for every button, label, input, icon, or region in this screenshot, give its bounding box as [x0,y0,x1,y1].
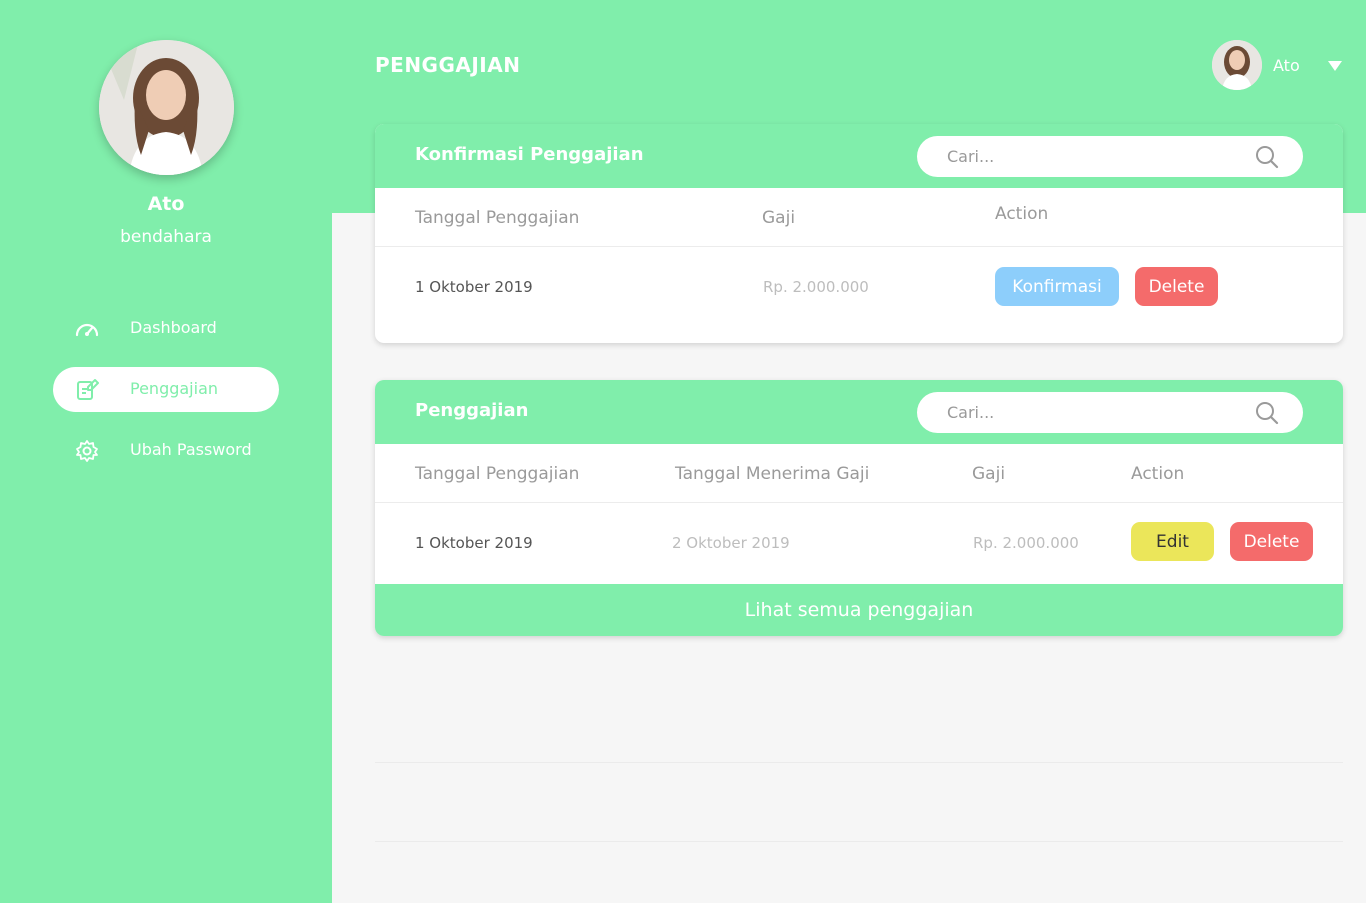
sidebar-item-label: Dashboard [130,318,217,337]
sidebar-item-ubah-password[interactable]: Ubah Password [53,428,279,473]
delete-button[interactable]: Delete [1230,522,1313,561]
avatar [1212,40,1262,90]
payroll-card: Penggajian Tanggal Penggajian Tanggal Me… [375,380,1343,636]
confirm-button[interactable]: Konfirmasi [995,267,1119,306]
avatar-photo [1212,40,1262,90]
card-title: Konfirmasi Penggajian [415,144,644,165]
sidebar: Ato bendahara Dashboard Penggajian Ubah … [0,0,332,903]
search-box[interactable] [917,392,1303,433]
sidebar-item-dashboard[interactable]: Dashboard [53,306,279,351]
speedometer-icon [75,323,99,337]
sidebar-item-label: Ubah Password [130,440,252,459]
cell-tanggal-terima: 2 Oktober 2019 [672,534,790,552]
column-header-action: Action [1131,464,1185,484]
cell-gaji: Rp. 2.000.000 [973,534,1079,552]
search-box[interactable] [917,136,1303,177]
divider [375,502,1343,503]
avatar-photo [99,40,234,175]
user-menu[interactable]: Ato [1212,40,1352,92]
search-input[interactable] [947,401,1247,423]
cell-tanggal: 1 Oktober 2019 [415,534,533,552]
cell-tanggal: 1 Oktober 2019 [415,278,533,296]
search-input[interactable] [947,145,1247,167]
page-title: PENGGAJIAN [375,53,521,77]
card-header: Penggajian [375,380,1343,444]
chevron-down-icon[interactable] [1328,61,1342,71]
profile-role: bendahara [120,227,212,247]
profile-avatar [99,40,234,175]
column-header-tanggal-terima: Tanggal Menerima Gaji [675,464,870,484]
divider [375,246,1343,247]
cell-gaji: Rp. 2.000.000 [763,278,869,296]
view-all-payroll-button[interactable]: Lihat semua penggajian [375,584,1343,636]
column-header-gaji: Gaji [972,464,1006,484]
edit-document-icon [77,379,99,400]
confirm-payroll-card: Konfirmasi Penggajian Tanggal Penggajian… [375,124,1343,343]
profile-name: Ato [147,193,185,215]
column-header-tanggal: Tanggal Penggajian [415,464,580,484]
column-header-action: Action [995,204,1049,224]
search-icon[interactable] [1255,401,1279,425]
user-name: Ato [1273,56,1300,75]
column-header-tanggal: Tanggal Penggajian [415,208,580,228]
divider [375,841,1343,842]
sidebar-item-penggajian[interactable]: Penggajian [53,367,279,412]
card-header: Konfirmasi Penggajian [375,124,1343,188]
delete-button[interactable]: Delete [1135,267,1218,306]
divider [375,762,1343,763]
card-title: Penggajian [415,400,529,421]
column-header-gaji: Gaji [762,208,796,228]
edit-button[interactable]: Edit [1131,522,1214,561]
sidebar-item-label: Penggajian [130,379,219,398]
gear-icon [76,440,98,462]
search-icon[interactable] [1255,145,1279,169]
